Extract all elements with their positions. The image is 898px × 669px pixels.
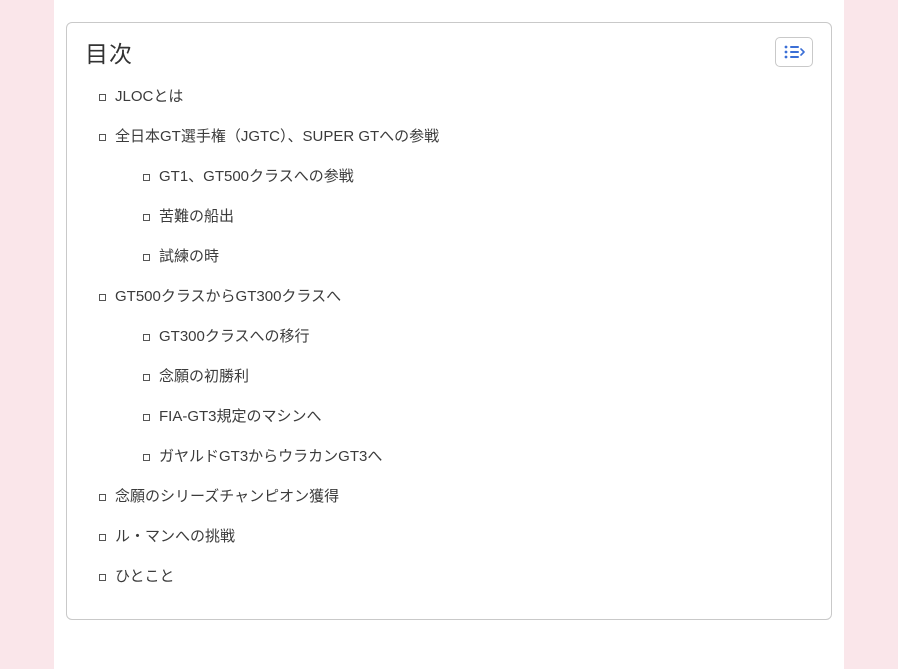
toc-sublist: GT300クラスへの移行 念願の初勝利 FIA-GT3規定のマシンへ ガヤルドG… xyxy=(115,325,813,469)
toc-subitem: 苦難の船出 xyxy=(139,205,813,229)
toc-list: JLOCとは 全日本GT選手権（JGTC）、SUPER GTへの参戦 GT1、G… xyxy=(85,85,813,589)
toc-subitem: 試練の時 xyxy=(139,245,813,269)
toc-link[interactable]: 念願の初勝利 xyxy=(159,368,249,385)
toc-link[interactable]: ひとこと xyxy=(115,568,175,585)
toc-link[interactable]: 苦難の船出 xyxy=(159,208,234,225)
toc-item: ル・マンへの挑戦 xyxy=(95,525,813,549)
toc-item: ひとこと xyxy=(95,565,813,589)
toc-subitem: ガヤルドGT3からウラカンGT3へ xyxy=(139,445,813,469)
toc-panel: 目次 JLOCとは xyxy=(66,22,832,620)
toc-subitem: GT1、GT500クラスへの参戦 xyxy=(139,165,813,189)
list-icon xyxy=(783,44,805,60)
toc-item: 全日本GT選手権（JGTC）、SUPER GTへの参戦 GT1、GT500クラス… xyxy=(95,125,813,269)
toc-link[interactable]: 試練の時 xyxy=(159,248,219,265)
toc-link[interactable]: ガヤルドGT3からウラカンGT3へ xyxy=(159,448,382,465)
toc-link[interactable]: GT1、GT500クラスへの参戦 xyxy=(159,168,354,185)
toc-link[interactable]: GT300クラスへの移行 xyxy=(159,328,310,345)
toc-link[interactable]: 念願のシリーズチャンピオン獲得 xyxy=(115,488,339,505)
toc-sublist: GT1、GT500クラスへの参戦 苦難の船出 試練の時 xyxy=(115,165,813,269)
toc-item: GT500クラスからGT300クラスへ GT300クラスへの移行 念願の初勝利 … xyxy=(95,285,813,469)
toc-link[interactable]: GT500クラスからGT300クラスへ xyxy=(115,288,341,305)
toc-item: JLOCとは xyxy=(95,85,813,109)
toc-link[interactable]: FIA-GT3規定のマシンへ xyxy=(159,408,322,425)
toc-subitem: FIA-GT3規定のマシンへ xyxy=(139,405,813,429)
toc-header: 目次 xyxy=(85,35,813,69)
toc-toggle-button[interactable] xyxy=(775,37,813,67)
toc-item: 念願のシリーズチャンピオン獲得 xyxy=(95,485,813,509)
toc-link[interactable]: 全日本GT選手権（JGTC）、SUPER GTへの参戦 xyxy=(115,128,439,145)
toc-link[interactable]: ル・マンへの挑戦 xyxy=(115,528,235,545)
page-container: 目次 JLOCとは xyxy=(54,0,844,669)
toc-subitem: 念願の初勝利 xyxy=(139,365,813,389)
toc-link[interactable]: JLOCとは xyxy=(115,88,183,105)
toc-title: 目次 xyxy=(85,35,133,69)
toc-subitem: GT300クラスへの移行 xyxy=(139,325,813,349)
